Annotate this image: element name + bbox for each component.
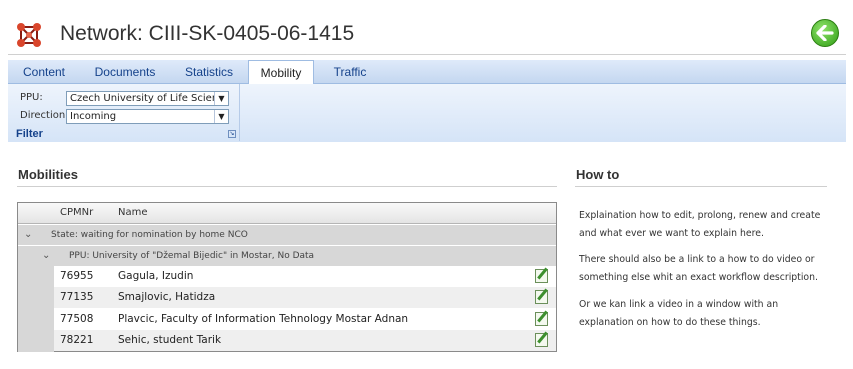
direction-select-value: Incoming bbox=[70, 111, 117, 122]
howto-paragraph: Explaination how to edit, prolong, renew… bbox=[579, 210, 821, 239]
grid-header: CPMNr Name bbox=[18, 203, 556, 224]
column-header-name[interactable]: Name bbox=[118, 207, 148, 218]
mobilities-title: Mobilities bbox=[18, 167, 78, 182]
back-button[interactable] bbox=[811, 19, 839, 47]
howto-paragraph: There should also be a link to a how to … bbox=[579, 254, 818, 283]
group-state-label: State: waiting for nomination by home NC… bbox=[51, 230, 248, 240]
table-row[interactable]: 78221 Sehic, student Tarik bbox=[54, 330, 556, 351]
howto-divider bbox=[575, 186, 827, 187]
name-cell: Sehic, student Tarik bbox=[118, 334, 222, 346]
mobilities-divider bbox=[17, 186, 557, 187]
network-logo-icon bbox=[17, 23, 41, 47]
table-row[interactable]: 77135 Smajlovic, Hatidza bbox=[54, 287, 556, 308]
cpmnr-cell: 76955 bbox=[60, 270, 94, 282]
howto-title: How to bbox=[576, 167, 620, 182]
edit-icon[interactable] bbox=[535, 269, 548, 283]
tab-bar: Content Documents Statistics Mobility Tr… bbox=[8, 60, 846, 85]
page-title: Network: CIII-SK-0405-06-1415 bbox=[60, 22, 355, 45]
name-cell: Gagula, Izudin bbox=[118, 270, 194, 282]
cpmnr-cell: 77508 bbox=[60, 313, 94, 325]
header-divider bbox=[8, 54, 846, 55]
tab-documents[interactable]: Documents bbox=[80, 60, 170, 84]
ppu-select-value: Czech University of Life Science: bbox=[70, 93, 229, 104]
edit-icon[interactable] bbox=[535, 312, 548, 326]
table-row[interactable]: 77508 Plavcic, Faculty of Information Te… bbox=[54, 309, 556, 330]
filter-caption: Filter bbox=[16, 128, 43, 140]
chevron-down-icon: ▼ bbox=[214, 92, 228, 105]
name-cell: Plavcic, Faculty of Information Tehnolog… bbox=[118, 313, 409, 325]
page-header: Network: CIII-SK-0405-06-1415 bbox=[0, 0, 853, 58]
cpmnr-cell: 77135 bbox=[60, 291, 94, 303]
ppu-label: PPU: bbox=[20, 92, 43, 103]
filter-ribbon: PPU: Czech University of Life Science: ▼… bbox=[8, 84, 846, 142]
tab-statistics[interactable]: Statistics bbox=[170, 60, 248, 84]
group-row-ppu[interactable]: ⌄ PPU: University of "Džemal Bijedic" in… bbox=[18, 246, 556, 266]
grid-gutter bbox=[18, 266, 54, 352]
chevron-down-icon: ▼ bbox=[214, 110, 228, 123]
cpmnr-cell: 78221 bbox=[60, 334, 94, 346]
direction-label: Direction: bbox=[20, 110, 69, 121]
chevron-down-icon[interactable]: ⌄ bbox=[24, 225, 32, 245]
table-row[interactable]: 76955 Gagula, Izudin bbox=[54, 266, 556, 287]
name-cell: Smajlovic, Hatidza bbox=[118, 291, 216, 303]
dialog-launcher-icon[interactable]: ↘ bbox=[228, 130, 236, 138]
chevron-down-icon[interactable]: ⌄ bbox=[42, 246, 50, 266]
tab-content[interactable]: Content bbox=[8, 60, 80, 84]
ppu-select[interactable]: Czech University of Life Science: ▼ bbox=[66, 91, 229, 106]
edit-icon[interactable] bbox=[535, 333, 548, 347]
column-header-cpmnr[interactable]: CPMNr bbox=[60, 207, 93, 218]
direction-select[interactable]: Incoming ▼ bbox=[66, 109, 229, 124]
edit-icon[interactable] bbox=[535, 290, 548, 304]
mobilities-grid: CPMNr Name ⌄ State: waiting for nominati… bbox=[17, 202, 557, 352]
tab-mobility[interactable]: Mobility bbox=[248, 60, 314, 85]
filter-group: PPU: Czech University of Life Science: ▼… bbox=[10, 84, 240, 141]
arrow-left-icon bbox=[816, 25, 834, 41]
group-ppu-label: PPU: University of "Džemal Bijedic" in M… bbox=[69, 251, 315, 261]
group-row-state[interactable]: ⌄ State: waiting for nomination by home … bbox=[18, 225, 556, 245]
tab-traffic[interactable]: Traffic bbox=[314, 60, 386, 84]
howto-paragraph: Or we kan link a video in a window with … bbox=[579, 299, 779, 328]
